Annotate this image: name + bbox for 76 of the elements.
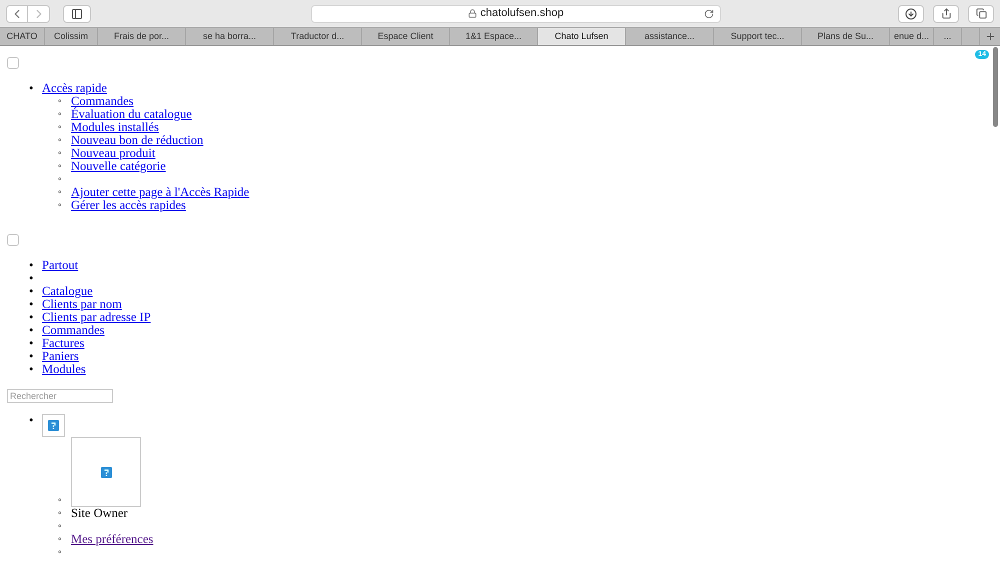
bullet: • [29,82,34,95]
bullet: ◦ [58,494,62,507]
tabs-icon [976,8,986,19]
address-bar[interactable]: chatolufsen.shop [311,4,721,22]
bullet: ◦ [58,507,62,520]
download-button[interactable] [898,4,924,22]
browser-tab[interactable]: Traductor d... [274,28,362,45]
bullet: • [29,311,34,324]
share-icon [940,8,952,19]
browser-tab[interactable]: Chato Lufsen [538,28,626,45]
bullet: • [29,324,34,337]
browser-tab[interactable]: Support tec... [714,28,802,45]
checkbox[interactable] [7,234,19,246]
bullet: ◦ [58,546,62,559]
share-button[interactable] [933,4,959,22]
bullet: ◦ [58,121,62,134]
search-field[interactable]: Rechercher [7,389,113,403]
menu-link[interactable]: Ajouter cette page à l'Accès Rapide [71,185,250,199]
bullet: ◦ [58,95,62,108]
browser-tab[interactable]: assistance... [626,28,714,45]
bullet: • [29,298,34,311]
back-button[interactable] [6,4,28,22]
bullet: ◦ [58,108,62,121]
reload-icon[interactable] [704,8,714,18]
menu-link[interactable]: Commandes [42,323,104,337]
bullet: • [29,363,34,376]
menu-link[interactable]: Partout [42,258,78,272]
user-name: Site Owner [71,506,128,520]
download-icon [905,8,917,20]
bullet: ◦ [58,199,62,212]
bullet: • [29,414,34,427]
bullet: • [29,259,34,272]
checkbox[interactable] [7,57,19,69]
menu-link[interactable]: Catalogue [42,284,93,298]
bullet: • [29,337,34,350]
menu-link[interactable]: Modules installés [71,120,159,134]
menu-link[interactable]: Commandes [71,94,134,108]
bullet: ◦ [58,533,62,546]
browser-tab[interactable]: Espace Client [362,28,450,45]
bullet: ◦ [58,134,62,147]
bullet: ◦ [58,520,62,533]
browser-tab[interactable]: ... [934,28,962,45]
lock-icon [468,9,478,18]
bullet: ◦ [58,186,62,199]
menu-link[interactable]: Clients par adresse IP [42,310,151,324]
menu-link[interactable]: Factures [42,336,84,350]
scrollbar[interactable] [993,47,998,127]
menu-link[interactable]: Clients par nom [42,297,122,311]
menu-link[interactable]: Gérer les accès rapides [71,198,186,212]
broken-image-icon [100,466,112,478]
bullet: ◦ [58,147,62,160]
menu-link[interactable]: Nouveau produit [71,146,156,160]
menu-link[interactable]: Modules [42,362,86,376]
browser-tab[interactable]: CHATO [0,28,45,45]
plus-icon [984,31,996,42]
browser-tab[interactable]: Plans de Su... [802,28,890,45]
bullet: • [29,272,34,285]
menu-link[interactable]: Accès rapide [42,81,107,95]
bullet: • [29,285,34,298]
bullet: ◦ [58,160,62,173]
browser-tab[interactable]: Frais de por... [98,28,186,45]
browser-tab[interactable]: enue d... [890,28,934,45]
browser-tab[interactable]: Colissim [45,28,98,45]
sidebar-icon [71,8,83,20]
tabs-overview-button[interactable] [968,4,994,22]
menu-link[interactable]: Paniers [42,349,79,363]
menu-link[interactable]: Mes préférences [71,532,154,546]
menu-link[interactable]: Nouveau bon de réduction [71,133,204,147]
menu-link[interactable]: Évaluation du catalogue [71,107,192,121]
browser-tab[interactable]: se ha borra... [186,28,274,45]
bullet: • [29,350,34,363]
bullet: ◦ [58,173,62,186]
url-text: chatolufsen.shop [480,6,564,22]
menu-link[interactable]: Nouvelle catégorie [71,159,166,173]
sidebar-button[interactable] [63,4,91,22]
broken-image-icon [48,420,59,431]
